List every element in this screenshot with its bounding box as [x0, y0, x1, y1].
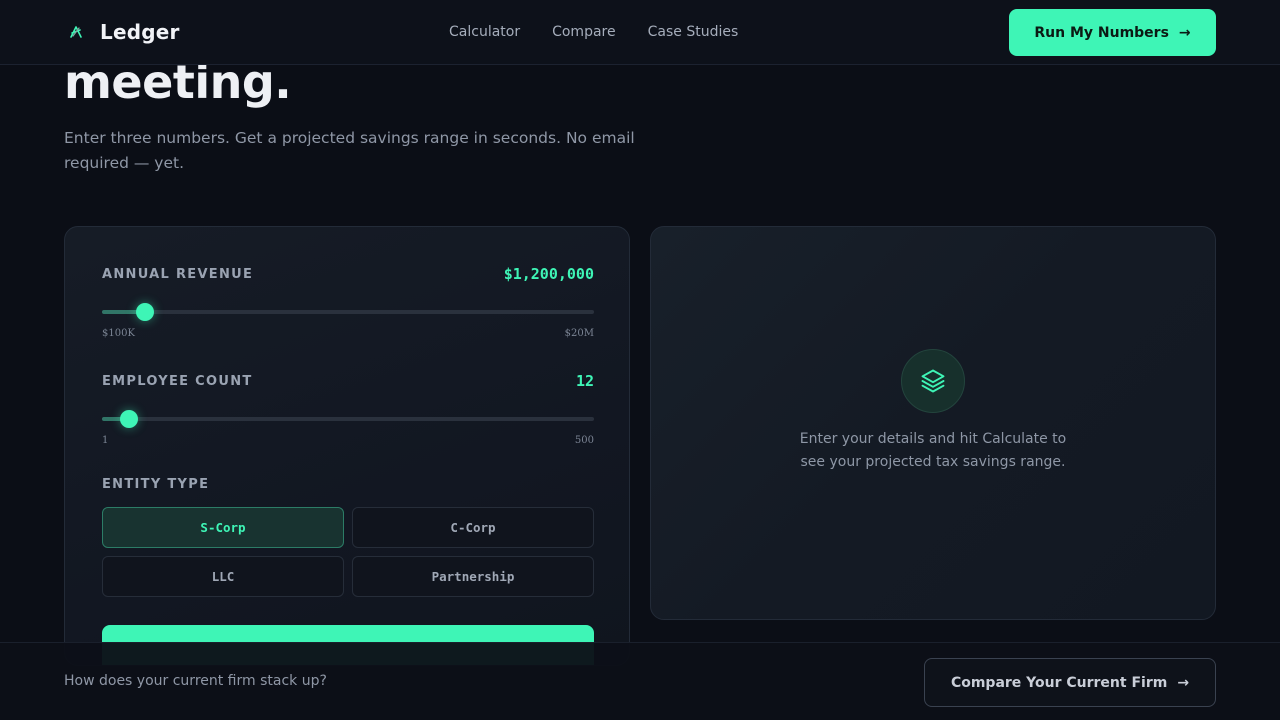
revenue-max-label: $20M: [564, 328, 594, 339]
revenue-label: ANNUAL REVENUE: [102, 266, 254, 282]
brand-name: Ledger: [100, 20, 180, 44]
entity-type-options: S-Corp C-Corp LLC Partnership: [102, 507, 594, 597]
result-placeholder-text: Enter your details and hit Calculate to …: [799, 431, 1067, 470]
revenue-slider[interactable]: [102, 302, 594, 322]
revenue-value: $1,200,000: [503, 265, 594, 283]
main-nav: Calculator Compare Case Studies: [449, 22, 738, 42]
compare-prompt: How does your current firm stack up?: [64, 673, 327, 689]
run-my-numbers-label: Run My Numbers: [1034, 24, 1169, 41]
nav-link-case-studies[interactable]: Case Studies: [648, 22, 739, 42]
revenue-field-header: ANNUAL REVENUE $1,200,000: [102, 265, 594, 283]
run-my-numbers-button[interactable]: Run My Numbers →: [1009, 9, 1216, 56]
employee-min-label: 1: [102, 435, 109, 446]
entity-type-label: ENTITY TYPE: [102, 477, 210, 492]
revenue-slider-thumb[interactable]: [136, 303, 155, 321]
revenue-min-label: $100K: [102, 328, 135, 339]
compare-current-firm-button[interactable]: Compare Your Current Firm →: [924, 658, 1216, 707]
result-card: Enter your details and hit Calculate to …: [650, 226, 1216, 620]
ledger-logo-icon: [64, 20, 88, 44]
revenue-range-labels: $100K $20M: [102, 328, 594, 339]
employee-count-label: EMPLOYEE COUNT: [102, 373, 253, 389]
layers-icon: [901, 349, 965, 413]
entity-option-partnership[interactable]: Partnership: [352, 556, 594, 597]
nav-link-compare[interactable]: Compare: [552, 22, 616, 42]
bottom-compare-bar: How does your current firm stack up? Com…: [0, 642, 1280, 720]
entity-option-c-corp[interactable]: C-Corp: [352, 507, 594, 548]
brand[interactable]: Ledger: [64, 19, 180, 45]
employee-max-label: 500: [574, 435, 594, 446]
entity-option-s-corp[interactable]: S-Corp: [102, 507, 344, 548]
top-navigation-bar: Ledger Calculator Compare Case Studies R…: [0, 0, 1280, 65]
employee-count-value: 12: [575, 372, 594, 390]
calculator-card: ANNUAL REVENUE $1,200,000 $100K $20M EMP…: [64, 226, 630, 666]
compare-button-label: Compare Your Current Firm: [950, 674, 1168, 691]
arrow-right-icon: →: [1178, 24, 1191, 41]
employee-slider-track: [102, 417, 594, 421]
employee-field-header: EMPLOYEE COUNT 12: [102, 372, 594, 390]
entity-option-llc[interactable]: LLC: [102, 556, 344, 597]
arrow-right-icon: →: [1177, 674, 1190, 691]
employee-slider[interactable]: [102, 409, 594, 429]
entity-field-header: ENTITY TYPE: [102, 477, 594, 492]
employee-slider-thumb[interactable]: [119, 410, 138, 428]
hero-subtitle: Enter three numbers. Get a projected sav…: [64, 129, 635, 172]
employee-range-labels: 1 500: [102, 435, 594, 446]
nav-link-calculator[interactable]: Calculator: [449, 22, 520, 42]
revenue-slider-track: [102, 310, 594, 314]
